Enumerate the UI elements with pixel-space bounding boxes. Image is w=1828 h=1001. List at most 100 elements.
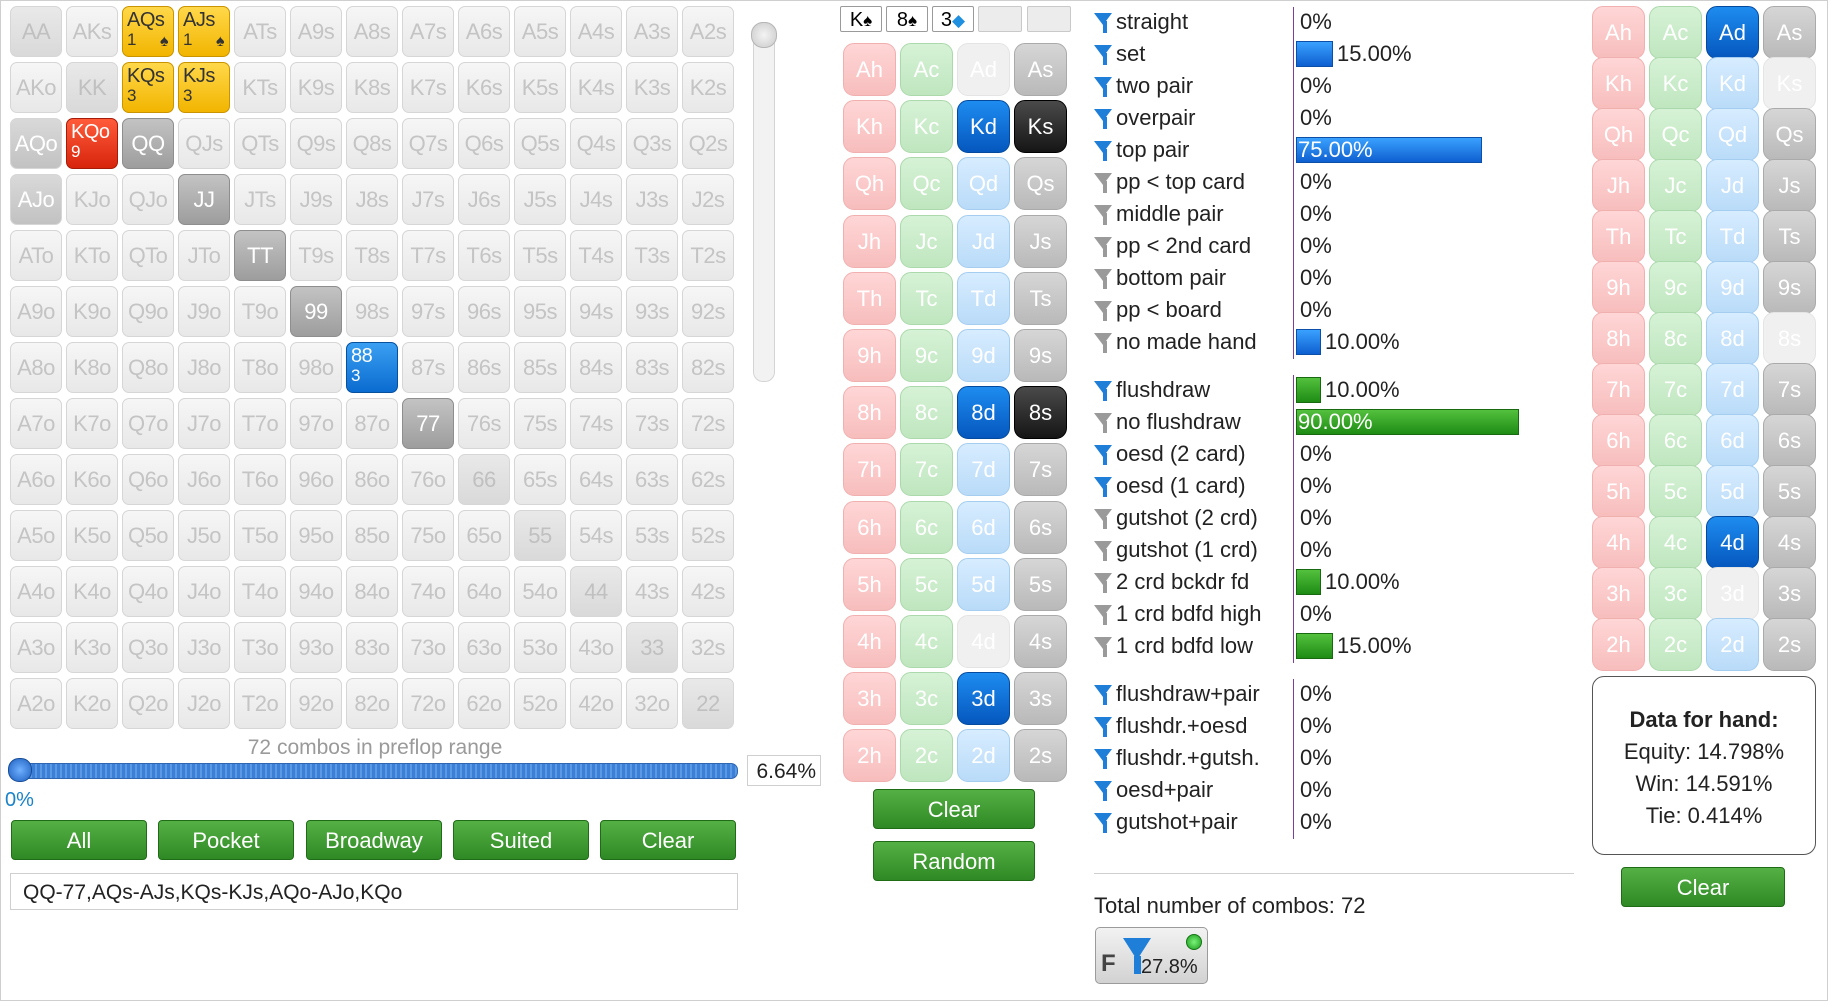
range-cell[interactable]: 96s xyxy=(458,286,510,337)
range-cell[interactable]: 87o xyxy=(346,398,398,449)
board-card-Tc[interactable]: Tc xyxy=(900,271,953,325)
board-clear-button[interactable]: Clear xyxy=(873,789,1035,829)
board-card-8s[interactable]: 8s xyxy=(1014,386,1067,440)
range-cell[interactable]: T7o xyxy=(234,398,286,449)
range-cell[interactable]: T8s xyxy=(346,230,398,281)
range-cell[interactable]: J8o xyxy=(178,342,230,393)
range-cell[interactable]: K2s xyxy=(682,62,734,113)
range-cell[interactable]: T4o xyxy=(234,566,286,617)
range-cell[interactable]: J2s xyxy=(682,174,734,225)
range-cell[interactable]: 75o xyxy=(402,510,454,561)
board-card-9d[interactable]: 9d xyxy=(957,329,1010,382)
range-pocket-button[interactable]: Pocket xyxy=(158,820,294,860)
range-cell[interactable]: 97s xyxy=(402,286,454,337)
hand-card-As[interactable]: As xyxy=(1763,6,1816,59)
range-cell[interactable]: 86o xyxy=(346,454,398,505)
range-cell[interactable]: Q8o xyxy=(122,342,174,393)
range-cell[interactable]: Q9s xyxy=(290,118,342,169)
hand-card-Qh[interactable]: Qh xyxy=(1592,108,1645,161)
hand-card-9s[interactable]: 9s xyxy=(1763,261,1816,314)
range-cell[interactable]: K3s xyxy=(626,62,678,113)
hand-card-8d[interactable]: 8d xyxy=(1706,312,1759,365)
range-cell[interactable]: 87s xyxy=(402,342,454,393)
range-cell[interactable]: K7o xyxy=(66,398,118,449)
range-cell[interactable]: 66 xyxy=(458,454,510,505)
hand-card-Kh[interactable]: Kh xyxy=(1592,57,1645,110)
hand-card-Jc[interactable]: Jc xyxy=(1649,159,1702,212)
range-cell[interactable]: T4s xyxy=(570,230,622,281)
range-cell[interactable]: 84s xyxy=(570,342,622,393)
range-cell[interactable]: 93o xyxy=(290,622,342,673)
range-cell[interactable]: T9s xyxy=(290,230,342,281)
board-card-As[interactable]: As xyxy=(1014,43,1067,96)
board-card-5h[interactable]: 5h xyxy=(843,557,896,611)
range-cell[interactable]: K6o xyxy=(66,454,118,505)
hand-card-2h[interactable]: 2h xyxy=(1592,618,1645,671)
range-cell[interactable]: AQs 1 ♠ xyxy=(122,6,174,57)
range-cell[interactable]: T3o xyxy=(234,622,286,673)
range-cell[interactable]: K5o xyxy=(66,510,118,561)
board-card-3h[interactable]: 3h xyxy=(843,672,896,726)
board-card-3d[interactable]: 3d xyxy=(957,672,1010,726)
range-cell[interactable]: 82o xyxy=(346,678,398,729)
range-cell[interactable]: 42o xyxy=(570,678,622,729)
range-cell[interactable]: QTo xyxy=(122,230,174,281)
stat-row[interactable]: overpair xyxy=(1094,103,1195,133)
hand-card-4h[interactable]: 4h xyxy=(1592,516,1645,569)
range-cell[interactable]: T2s xyxy=(682,230,734,281)
vertical-scrollbar-thumb[interactable] xyxy=(751,22,777,48)
stat-row[interactable]: middle pair xyxy=(1094,199,1224,229)
range-cell[interactable]: AKo xyxy=(10,62,62,113)
range-cell[interactable]: 63o xyxy=(458,622,510,673)
hand-card-Ah[interactable]: Ah xyxy=(1592,6,1645,59)
range-cell[interactable]: K8o xyxy=(66,342,118,393)
board-card-8c[interactable]: 8c xyxy=(900,386,953,440)
range-text-input[interactable]: QQ-77,AQs-AJs,KQs-KJs,AQo-AJo,KQo xyxy=(10,873,738,910)
range-cell[interactable]: 65s xyxy=(514,454,566,505)
hand-card-Tc[interactable]: Tc xyxy=(1649,210,1702,263)
range-cell[interactable]: QJo xyxy=(122,174,174,225)
hand-card-5d[interactable]: 5d xyxy=(1706,465,1759,518)
board-card-5c[interactable]: 5c xyxy=(900,557,953,611)
range-cell[interactable]: J4s xyxy=(570,174,622,225)
stat-row[interactable]: oesd+pair xyxy=(1094,775,1213,805)
range-cell[interactable]: A2s xyxy=(682,6,734,57)
range-cell[interactable]: 55 xyxy=(514,510,566,561)
stat-row[interactable]: gutshot (2 crd) xyxy=(1094,503,1258,533)
board-card-4c[interactable]: 4c xyxy=(900,615,953,668)
hand-card-Qc[interactable]: Qc xyxy=(1649,108,1702,161)
range-cell[interactable]: ATo xyxy=(10,230,62,281)
range-cell[interactable]: K9o xyxy=(66,286,118,337)
hand-card-3c[interactable]: 3c xyxy=(1649,567,1702,620)
hand-card-2d[interactable]: 2d xyxy=(1706,618,1759,671)
board-card-8d[interactable]: 8d xyxy=(957,386,1010,440)
board-card-Td[interactable]: Td xyxy=(957,271,1010,325)
range-cell[interactable]: 73o xyxy=(402,622,454,673)
range-cell[interactable]: A7o xyxy=(10,398,62,449)
range-cell[interactable]: QJs xyxy=(178,118,230,169)
hand-card-Kd[interactable]: Kd xyxy=(1706,57,1759,110)
range-cell[interactable]: K4o xyxy=(66,566,118,617)
range-cell[interactable]: 72s xyxy=(682,398,734,449)
range-cell[interactable]: 33 xyxy=(626,622,678,673)
range-cell[interactable]: T9o xyxy=(234,286,286,337)
hand-card-Td[interactable]: Td xyxy=(1706,210,1759,263)
range-cell[interactable]: 43o xyxy=(570,622,622,673)
board-card-Qs[interactable]: Qs xyxy=(1014,157,1067,211)
hand-card-9h[interactable]: 9h xyxy=(1592,261,1645,314)
stat-row[interactable]: oesd (2 card) xyxy=(1094,439,1246,469)
board-card-2h[interactable]: 2h xyxy=(843,729,896,783)
hand-card-5c[interactable]: 5c xyxy=(1649,465,1702,518)
range-cell[interactable]: 42s xyxy=(682,566,734,617)
range-cell[interactable]: 94s xyxy=(570,286,622,337)
hand-card-Js[interactable]: Js xyxy=(1763,159,1816,212)
board-card-4h[interactable]: 4h xyxy=(843,615,896,668)
stat-row[interactable]: top pair xyxy=(1094,135,1189,165)
stat-row[interactable]: gutshot (1 crd) xyxy=(1094,535,1258,565)
hand-card-2c[interactable]: 2c xyxy=(1649,618,1702,671)
range-cell[interactable]: Q7s xyxy=(402,118,454,169)
hand-card-Qd[interactable]: Qd xyxy=(1706,108,1759,161)
range-cell[interactable]: JJ xyxy=(178,174,230,225)
range-cell[interactable]: K2o xyxy=(66,678,118,729)
range-cell[interactable]: KTs xyxy=(234,62,286,113)
